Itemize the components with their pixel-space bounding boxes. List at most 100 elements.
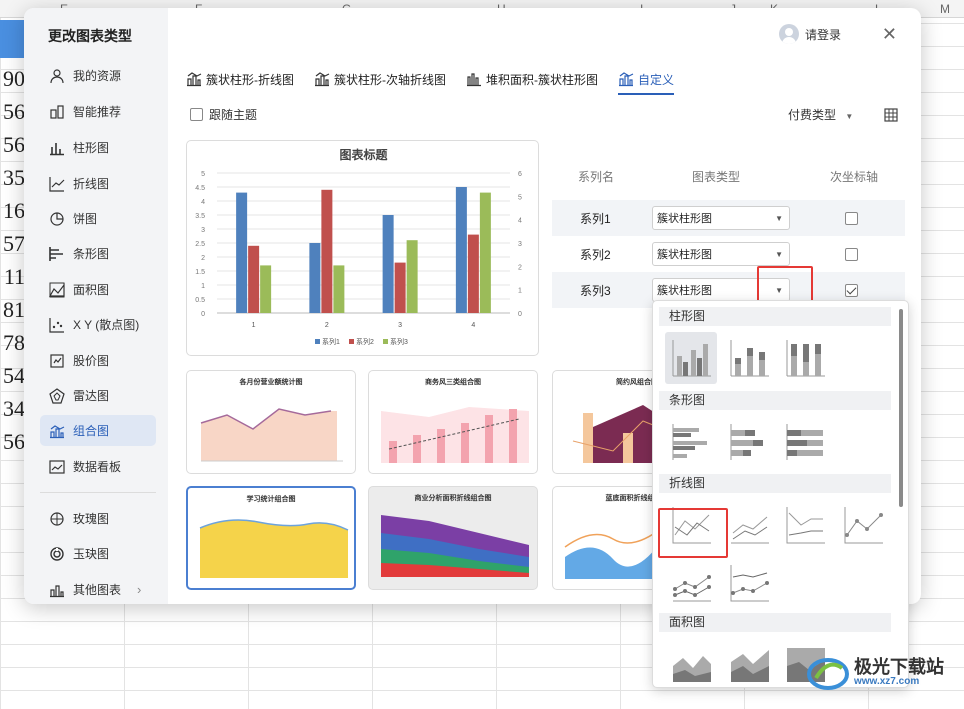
- cell-value[interactable]: 56: [0, 425, 26, 458]
- legend-swatch: [315, 339, 320, 344]
- selected-cell[interactable]: [0, 20, 24, 58]
- sidebar-item-label: 股价图: [73, 354, 110, 368]
- stacked-area-icon: [467, 73, 481, 87]
- tab-custom[interactable]: 自定义: [618, 66, 675, 95]
- sidebar-item[interactable]: 玉玦图: [40, 538, 156, 569]
- sidebar-item[interactable]: 雷达图: [40, 380, 156, 411]
- stacked-line-markers-option[interactable]: [665, 557, 717, 609]
- checkbox[interactable]: [190, 108, 203, 121]
- chart-type-select[interactable]: 簇状柱形图 ▼: [652, 242, 790, 266]
- chart-title: 图表标题: [339, 147, 388, 162]
- percent-stacked-bar-option[interactable]: [779, 416, 831, 468]
- stacked-bar-option[interactable]: [723, 416, 775, 468]
- sidebar-item-label: 其他图表: [73, 583, 122, 597]
- header-series-name: 系列名: [578, 170, 615, 184]
- y-tick-label: 4.5: [195, 185, 205, 192]
- cell-value[interactable]: 78: [0, 326, 26, 359]
- watermark-text: 极光下载站: [854, 656, 944, 677]
- follow-theme-checkbox[interactable]: 跟随主题: [190, 106, 257, 123]
- combo-tabs: 簇状柱形-折线图 簇状柱形-次轴折线图 堆积面积-簇状柱形图 自定义: [186, 66, 694, 95]
- stacked-line-icon: [731, 516, 769, 544]
- cell-value[interactable]: 16: [0, 194, 26, 227]
- cell-value[interactable]: 90: [0, 62, 26, 95]
- thumbnail-chart: [199, 519, 349, 578]
- section-bar: 条形图: [659, 391, 891, 410]
- cell-value[interactable]: 81: [0, 293, 26, 326]
- cell-value[interactable]: 35: [0, 161, 26, 194]
- jade-ring-chart-icon: [48, 545, 66, 563]
- sidebar-item[interactable]: 玫瑰图: [40, 503, 156, 534]
- dashboard-icon: [48, 458, 66, 476]
- template-thumbnail[interactable]: 商务风三类组合图: [368, 370, 538, 474]
- percent-stacked-line-option[interactable]: [779, 499, 831, 551]
- sidebar-item-label: 柱形图: [73, 141, 110, 155]
- sidebar-item[interactable]: X Y (散点图): [40, 309, 156, 340]
- sidebar-item[interactable]: 折线图: [40, 168, 156, 199]
- chart-type-select[interactable]: 簇状柱形图 ▼: [652, 206, 790, 230]
- cell-value[interactable]: 57: [0, 227, 26, 260]
- tab-clustered-secondary-line[interactable]: 簇状柱形-次轴折线图: [314, 66, 446, 92]
- pie-chart-icon: [48, 210, 66, 228]
- secondary-axis-checkbox[interactable]: [844, 211, 858, 225]
- sidebar-item[interactable]: 我的资源: [40, 60, 156, 91]
- percent-line-markers-icon: [730, 565, 769, 602]
- secondary-axis-checkbox-checked[interactable]: [844, 283, 858, 297]
- area-chart-icon: [48, 281, 66, 299]
- sidebar-item[interactable]: 其他图表 ›: [40, 574, 156, 604]
- area-option[interactable]: [665, 638, 717, 687]
- cell-values-column: 90 56 56 35 16 57 11 81 78 54 34 56: [0, 62, 26, 458]
- sidebar-item-label: 智能推荐: [73, 105, 122, 119]
- bar: [406, 240, 418, 313]
- sidebar-item[interactable]: 柱形图: [40, 132, 156, 163]
- sidebar-item[interactable]: 饼图: [40, 203, 156, 234]
- popup-scrollbar[interactable]: [899, 309, 903, 507]
- avatar-icon: [778, 24, 799, 44]
- percent-stacked-column-option[interactable]: [779, 332, 831, 384]
- tab-clustered-line[interactable]: 簇状柱形-折线图: [186, 66, 294, 92]
- cell-value[interactable]: 11: [0, 260, 26, 293]
- stacked-line-option[interactable]: [723, 499, 775, 551]
- stacked-area-option[interactable]: [723, 638, 775, 687]
- clustered-bar-option[interactable]: [665, 416, 717, 468]
- cell-value[interactable]: 54: [0, 359, 26, 392]
- login-label: 请登录: [804, 27, 841, 42]
- line-markers-option[interactable]: [837, 499, 889, 551]
- y2-tick-label: 3: [518, 241, 522, 248]
- cell-value[interactable]: 56: [0, 128, 26, 161]
- series-name: 系列1: [580, 211, 611, 226]
- cell-value[interactable]: 34: [0, 392, 26, 425]
- stacked-column-option[interactable]: [723, 332, 775, 384]
- sidebar-item[interactable]: 智能推荐: [40, 96, 156, 127]
- column-header: M: [940, 2, 950, 16]
- chart-category-sidebar: 更改图表类型 我的资源 智能推荐 柱形图 折线图 饼图 条形图 面积图 X Y (散点图) 股价…: [24, 8, 168, 604]
- chart-type-value: 簇状柱形图: [657, 213, 712, 225]
- close-icon[interactable]: ✕: [882, 24, 897, 45]
- bar: [479, 192, 491, 313]
- x-tick-label: 3: [398, 322, 402, 329]
- secondary-axis-checkbox[interactable]: [844, 247, 858, 261]
- sidebar-item[interactable]: 股价图: [40, 345, 156, 376]
- clustered-column-option[interactable]: [665, 332, 717, 384]
- series-name: 系列2: [580, 247, 611, 262]
- template-thumbnail-selected[interactable]: 学习统计组合图: [186, 486, 356, 590]
- watermark-icon: [807, 658, 849, 690]
- sidebar-item-label: 玉玦图: [73, 547, 110, 561]
- cell-value[interactable]: 56: [0, 95, 26, 128]
- template-thumbnail[interactable]: 各月份营业额统计图: [186, 370, 356, 474]
- y-tick-label: 3.5: [195, 213, 205, 220]
- percent-line-markers-option[interactable]: [723, 557, 775, 609]
- sidebar-item[interactable]: 数据看板: [40, 451, 156, 482]
- sidebar-item[interactable]: 条形图: [40, 238, 156, 269]
- login-button[interactable]: 请登录: [778, 24, 841, 44]
- grid-view-icon[interactable]: [884, 108, 898, 122]
- thumbnail-chart: [381, 407, 529, 463]
- chart-preview: 0 0.5 1 1.5 2 2.5 3 3.5 4 4.5 5 0 1 2 3 4 5 6 图表标题 1 2 3 4 系列1 系…: [186, 140, 539, 356]
- scatter-chart-icon: [48, 316, 66, 334]
- y2-tick-label: 5: [518, 194, 522, 201]
- sidebar-item[interactable]: 组合图: [40, 415, 156, 446]
- template-thumbnail[interactable]: 商业分析面积折线组合图: [368, 486, 538, 590]
- sidebar-item[interactable]: 面积图: [40, 274, 156, 305]
- tab-stacked-area-clustered[interactable]: 堆积面积-簇状柱形图: [466, 66, 598, 92]
- percent-stacked-column-icon: [786, 340, 825, 377]
- pay-type-dropdown[interactable]: 付费类型 ▼: [788, 106, 853, 123]
